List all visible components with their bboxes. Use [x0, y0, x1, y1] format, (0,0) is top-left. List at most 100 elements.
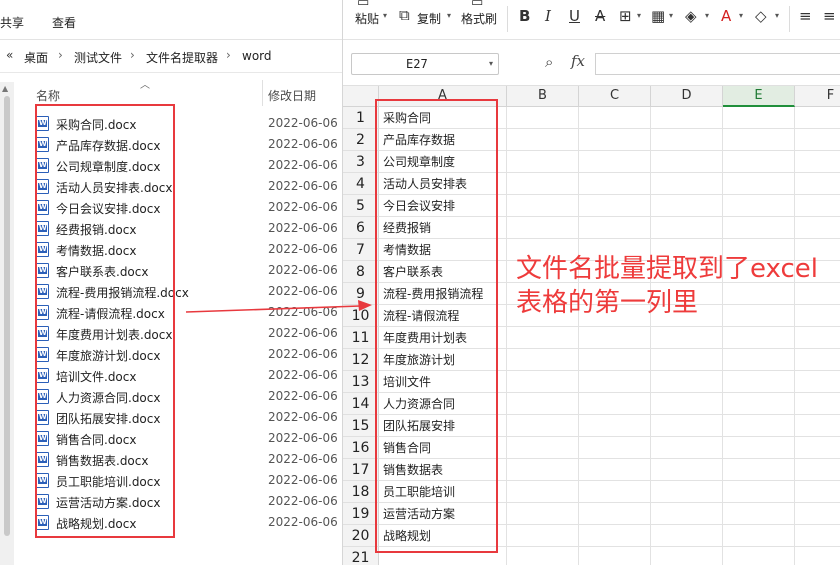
row-header[interactable]: 15 [343, 415, 379, 437]
row-header[interactable]: 21 [343, 547, 379, 565]
column-a-highlight-box [375, 99, 498, 553]
name-box-value: E27 [406, 57, 428, 71]
file-date-modified: 2022-06-06 1 [268, 326, 342, 340]
explorer-scrollbar[interactable]: ▲ [0, 82, 14, 565]
align-center-icon[interactable]: ≡ [823, 7, 836, 25]
column-header-date-modified[interactable]: 修改日期 [268, 87, 316, 104]
clear-format-icon[interactable]: ◇ [755, 7, 767, 25]
annotation-line-1: 文件名批量提取到了excel [516, 254, 818, 284]
breadcrumb-separator-icon: › [130, 48, 135, 62]
row-header[interactable]: 7 [343, 239, 379, 261]
toolbar-divider [789, 6, 790, 32]
zoom-search-icon[interactable]: ⌕ [545, 53, 553, 71]
file-date-modified: 2022-06-06 1 [268, 116, 342, 130]
clear-format-dropdown-icon[interactable]: ▾ [775, 11, 779, 20]
breadcrumb-item-filename-extractor[interactable]: 文件名提取器 [146, 49, 218, 66]
breadcrumb-item-word[interactable]: word [242, 49, 272, 63]
annotation-text: 文件名批量提取到了excel 表格的第一列里 [516, 252, 836, 320]
scrollbar-thumb[interactable] [4, 96, 10, 536]
row-header[interactable]: 12 [343, 349, 379, 371]
file-date-modified: 2022-06-06 1 [268, 410, 342, 424]
bold-button[interactable]: B [519, 7, 530, 25]
file-date-modified: 2022-06-06 1 [268, 137, 342, 151]
fill-color-icon[interactable]: ◈ [685, 7, 697, 25]
explorer-ribbon-tabs: 共享 查看 [0, 0, 342, 40]
copy-dropdown-icon[interactable]: ▾ [447, 11, 451, 20]
row-header[interactable]: 19 [343, 503, 379, 525]
grid-line [722, 107, 723, 565]
file-date-modified: 2022-06-06 1 [268, 200, 342, 214]
row-header[interactable]: 14 [343, 393, 379, 415]
filename-highlight-box [35, 104, 175, 538]
insert-function-icon[interactable]: fx [571, 52, 585, 70]
borders-dropdown-icon[interactable]: ▾ [637, 11, 641, 20]
row-header[interactable]: 4 [343, 173, 379, 195]
file-date-modified: 2022-06-06 1 [268, 389, 342, 403]
row-header[interactable]: 18 [343, 481, 379, 503]
breadcrumb: « 桌面 › 测试文件 › 文件名提取器 › word [0, 40, 342, 73]
font-color-button[interactable]: A [721, 7, 731, 25]
row-header[interactable]: 13 [343, 371, 379, 393]
row-header[interactable]: 11 [343, 327, 379, 349]
column-header-d[interactable]: D [651, 86, 723, 107]
file-date-modified: 2022-06-06 1 [268, 284, 342, 298]
column-header-f[interactable]: F [795, 86, 840, 107]
grid-line [578, 107, 579, 565]
ribbon-tab-view[interactable]: 查看 [52, 14, 76, 31]
file-date-modified: 2022-06-06 1 [268, 179, 342, 193]
row-header[interactable]: 6 [343, 217, 379, 239]
format-painter-button[interactable]: 格式刷 [461, 10, 497, 27]
row-header[interactable]: 16 [343, 437, 379, 459]
file-date-modified: 2022-06-06 1 [268, 305, 342, 319]
copy-button[interactable]: 复制 [417, 10, 441, 27]
column-header-e[interactable]: E [723, 86, 795, 107]
ribbon-tab-share[interactable]: 共享 [0, 14, 24, 31]
breadcrumb-overflow-icon[interactable]: « [6, 48, 13, 62]
file-date-modified: 2022-06-06 1 [268, 158, 342, 172]
toolbar-divider [507, 6, 508, 32]
underline-button[interactable]: U [569, 7, 580, 25]
file-date-modified: 2022-06-06 1 [268, 452, 342, 466]
scroll-up-icon[interactable]: ▲ [2, 84, 8, 93]
row-header[interactable]: 8 [343, 261, 379, 283]
row-header[interactable]: 2 [343, 129, 379, 151]
file-date-modified: 2022-06-06 1 [268, 515, 342, 529]
name-box-dropdown-icon[interactable]: ▾ [489, 59, 493, 68]
grid-line [650, 107, 651, 565]
row-header[interactable]: 10 [343, 305, 379, 327]
file-date-modified: 2022-06-06 1 [268, 431, 342, 445]
cell-style-icon[interactable]: ▦ [651, 7, 665, 25]
row-header[interactable]: 20 [343, 525, 379, 547]
file-date-modified: 2022-06-06 1 [268, 494, 342, 508]
file-date-modified: 2022-06-06 1 [268, 368, 342, 382]
paste-button[interactable]: 粘贴 [355, 10, 379, 27]
align-icon[interactable]: ≡ [799, 7, 812, 25]
file-date-modified: 2022-06-06 1 [268, 242, 342, 256]
breadcrumb-item-desktop[interactable]: 桌面 [24, 49, 48, 66]
annotation-line-2: 表格的第一列里 [516, 288, 699, 318]
name-box[interactable]: E27 ▾ [351, 53, 499, 75]
fill-color-dropdown-icon[interactable]: ▾ [705, 11, 709, 20]
row-header[interactable]: 5 [343, 195, 379, 217]
row-header[interactable]: 17 [343, 459, 379, 481]
cell-style-dropdown-icon[interactable]: ▾ [669, 11, 673, 20]
column-header-b[interactable]: B [507, 86, 579, 107]
spreadsheet-toolbar: ▭ 粘贴 ▾ ⧉ 复制 ▾ ▭ 格式刷 B I U A ⊞ ▾ ▦ ▾ ◈ ▾ … [343, 0, 840, 40]
breadcrumb-item-test-files[interactable]: 测试文件 [74, 49, 122, 66]
strikethrough-button[interactable]: A [595, 7, 605, 25]
column-header-name[interactable]: 名称 [36, 87, 60, 104]
paste-dropdown-icon[interactable]: ▾ [383, 11, 387, 20]
formula-input[interactable] [595, 53, 840, 75]
copy-icon[interactable]: ⧉ [399, 6, 410, 24]
file-date-modified: 2022-06-06 1 [268, 347, 342, 361]
italic-button[interactable]: I [545, 7, 551, 25]
font-color-dropdown-icon[interactable]: ▾ [739, 11, 743, 20]
breadcrumb-separator-icon: › [226, 48, 231, 62]
borders-icon[interactable]: ⊞ [619, 7, 632, 25]
column-divider[interactable] [262, 80, 263, 106]
row-header[interactable]: 3 [343, 151, 379, 173]
row-header[interactable]: 1 [343, 107, 379, 129]
row-header[interactable]: 9 [343, 283, 379, 305]
column-header-c[interactable]: C [579, 86, 651, 107]
select-all-corner[interactable] [343, 86, 379, 107]
